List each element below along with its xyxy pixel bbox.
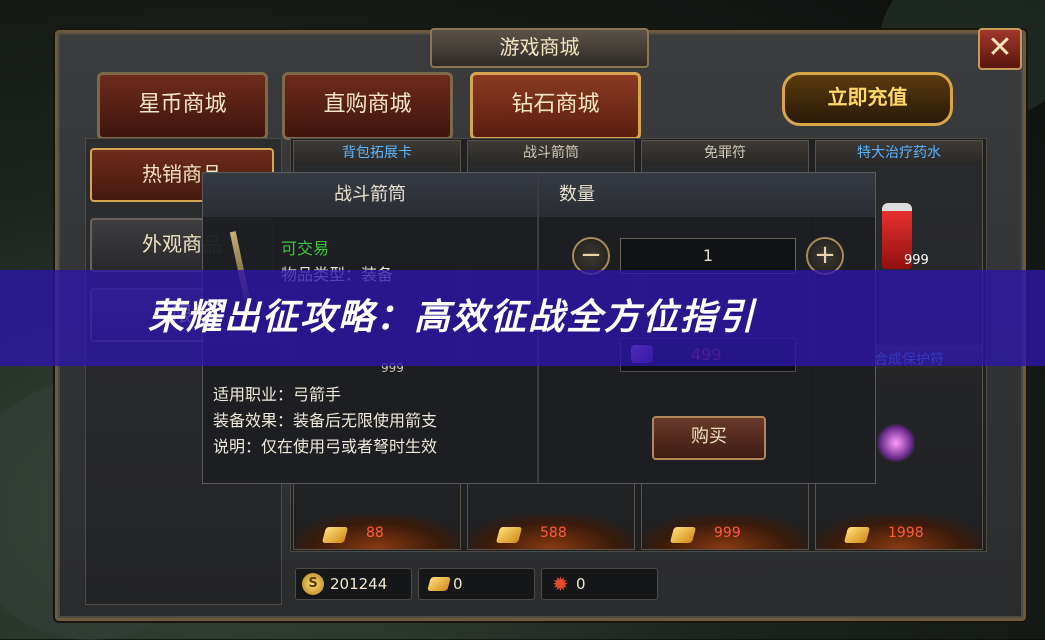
gold-gem-icon <box>495 527 523 543</box>
recharge-button[interactable]: 立即充值 <box>782 72 953 126</box>
price-area: 999 <box>642 515 808 549</box>
quantity-input[interactable]: 1 <box>620 238 796 274</box>
product-price: 1998 <box>888 525 924 541</box>
product-price: 88 <box>366 525 384 541</box>
quantity-header: 数量 <box>539 173 875 217</box>
gold-gem-icon <box>669 527 697 543</box>
tab-diamond-shop[interactable]: 钻石商城 <box>470 72 641 140</box>
gold-gem-icon <box>321 527 349 543</box>
currency-coins: S 201244 <box>295 568 412 600</box>
price-area: 88 <box>294 515 460 549</box>
gold-gem-icon <box>843 527 871 543</box>
window-title: 游戏商城 <box>430 28 649 68</box>
protection-charm-icon <box>876 423 916 463</box>
red-gem-balance: 0 <box>576 575 586 593</box>
item-name-header: 战斗箭筒 <box>203 173 537 217</box>
item-profession: 适用职业：弓箭手 <box>213 385 342 404</box>
s-coin-icon: S <box>302 573 324 595</box>
price-area: 1998 <box>816 515 982 549</box>
price-area: 588 <box>468 515 634 549</box>
gold-gem-icon <box>427 577 451 591</box>
item-count: 999 <box>904 253 929 268</box>
gold-gem-balance: 0 <box>453 575 463 593</box>
red-star-gem-icon: ✹ <box>552 572 569 596</box>
tradeable-status: 可交易 <box>281 239 330 258</box>
product-title: 战斗箭筒 <box>468 141 634 165</box>
currency-gold-gems: 0 <box>418 568 535 600</box>
product-price: 999 <box>714 525 741 541</box>
tab-direct-buy-shop[interactable]: 直购商城 <box>282 72 453 140</box>
banner-title: 荣耀出征攻略：高效征战全方位指引 <box>148 297 757 338</box>
product-price: 588 <box>540 525 567 541</box>
currency-red-gems: ✹ 0 <box>541 568 658 600</box>
close-button[interactable]: ✕ <box>978 28 1022 70</box>
buy-button[interactable]: 购买 <box>652 416 766 460</box>
item-effect: 装备效果：装备后无限使用箭支 <box>213 411 438 430</box>
coin-balance: 201244 <box>330 575 388 593</box>
item-description: 说明：仅在使用弓或者弩时生效 <box>213 437 438 456</box>
product-title: 特大治疗药水 <box>816 141 982 165</box>
tab-star-coin-shop[interactable]: 星币商城 <box>97 72 268 140</box>
product-title: 免罪符 <box>642 141 808 165</box>
product-title: 背包拓展卡 <box>294 141 460 165</box>
